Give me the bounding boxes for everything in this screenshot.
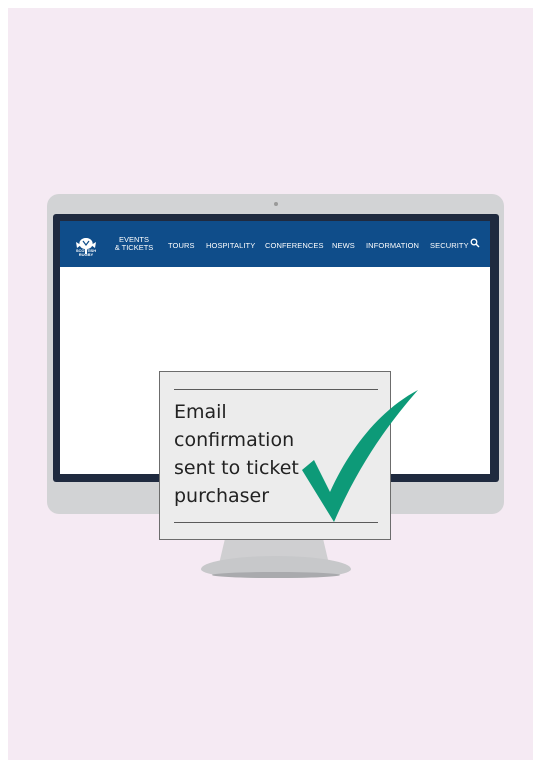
nav-item-hospitality[interactable]: HOSPITALITY — [206, 241, 255, 250]
nav-item-news[interactable]: NEWS — [332, 241, 355, 250]
site-navbar: SCOTTISH RUGBY EVENTS & TICKETS TOURS HO… — [60, 221, 490, 267]
webcam-dot — [274, 202, 278, 206]
search-icon[interactable] — [470, 238, 480, 248]
nav-item-security[interactable]: SECURITY — [430, 241, 469, 250]
nav-item-conferences[interactable]: CONFERENCES — [265, 241, 324, 250]
logo-text-line2: RUGBY — [78, 252, 94, 257]
logo-wordmark: SCOTTISH RUGBY — [72, 249, 100, 257]
monitor-stand-shadow — [212, 572, 340, 578]
nav-item-tours[interactable]: TOURS — [168, 241, 195, 250]
checkmark-icon — [302, 390, 418, 522]
nav-item-events-tickets[interactable]: EVENTS & TICKETS — [114, 236, 154, 252]
nav-events-line2: & TICKETS — [114, 243, 154, 252]
thistle-logo-icon[interactable] — [72, 230, 100, 262]
nav-item-information[interactable]: INFORMATION — [366, 241, 419, 250]
